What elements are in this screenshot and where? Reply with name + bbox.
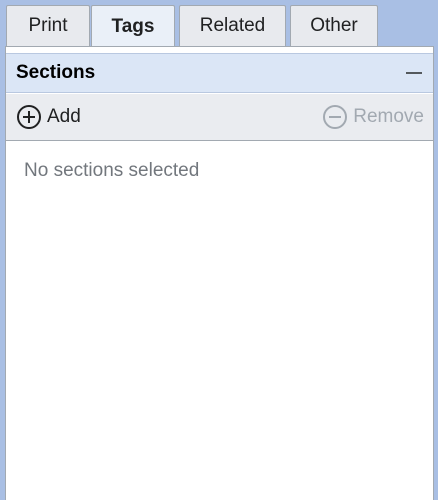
remove-label: Remove (353, 106, 424, 127)
sections-toolbar: Add Remove (6, 94, 433, 141)
plus-circle-icon (17, 105, 41, 129)
tags-panel: Sections Add Remove No sections selected (5, 46, 434, 500)
app-window: Print Tags Related Other Sections Add Re… (0, 0, 438, 500)
tab-other[interactable]: Other (290, 5, 378, 46)
collapse-button[interactable] (401, 60, 427, 86)
add-label: Add (47, 106, 81, 127)
empty-message: No sections selected (24, 160, 200, 181)
tab-related[interactable]: Related (179, 5, 286, 46)
tab-bar: Print Tags Related Other (0, 0, 438, 48)
minus-icon (406, 72, 422, 74)
tab-print[interactable]: Print (6, 5, 90, 46)
section-title: Sections (16, 62, 96, 83)
add-button[interactable]: Add (17, 102, 81, 132)
remove-button[interactable]: Remove (323, 102, 424, 132)
sections-header: Sections (6, 53, 433, 93)
tab-tags[interactable]: Tags (91, 5, 175, 48)
minus-circle-icon (323, 105, 348, 129)
